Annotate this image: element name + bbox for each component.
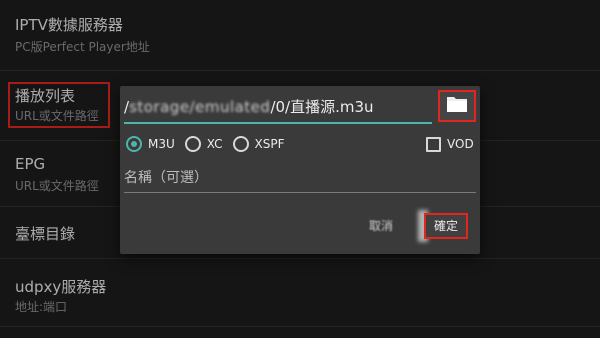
radio-xspf[interactable] xyxy=(232,136,249,152)
radio-m3u-label: M3U xyxy=(148,137,175,151)
vod-label: VOD xyxy=(447,137,474,151)
playlist-name-input[interactable]: 名稱（可選） xyxy=(124,166,476,193)
format-radio-group: M3U XC XSPF xyxy=(126,134,295,154)
vod-option: VOD xyxy=(426,134,484,154)
app-screen: IPTV數據服務器 PC版Perfect Player地址 播放列表 URL或文… xyxy=(0,0,600,338)
cancel-button[interactable]: 取消 xyxy=(362,216,400,236)
radio-m3u[interactable] xyxy=(126,136,142,152)
path-suffix: /0/直播源.m3u xyxy=(270,98,374,116)
folder-icon xyxy=(445,94,469,118)
playlist-dialog: /storage/emulated/0/直播源.m3u M3U XC XSPF … xyxy=(120,86,480,254)
radio-xc[interactable] xyxy=(184,136,201,152)
path-obscured: storage/emulated xyxy=(129,98,271,116)
browse-folder-button[interactable] xyxy=(438,90,476,122)
playlist-path-input[interactable]: /storage/emulated/0/直播源.m3u xyxy=(124,94,432,124)
radio-xc-label: XC xyxy=(206,137,223,151)
radio-xspf-label: XSPF xyxy=(254,137,285,151)
confirm-button[interactable]: 確定 xyxy=(424,213,468,239)
vod-checkbox[interactable] xyxy=(426,136,441,152)
